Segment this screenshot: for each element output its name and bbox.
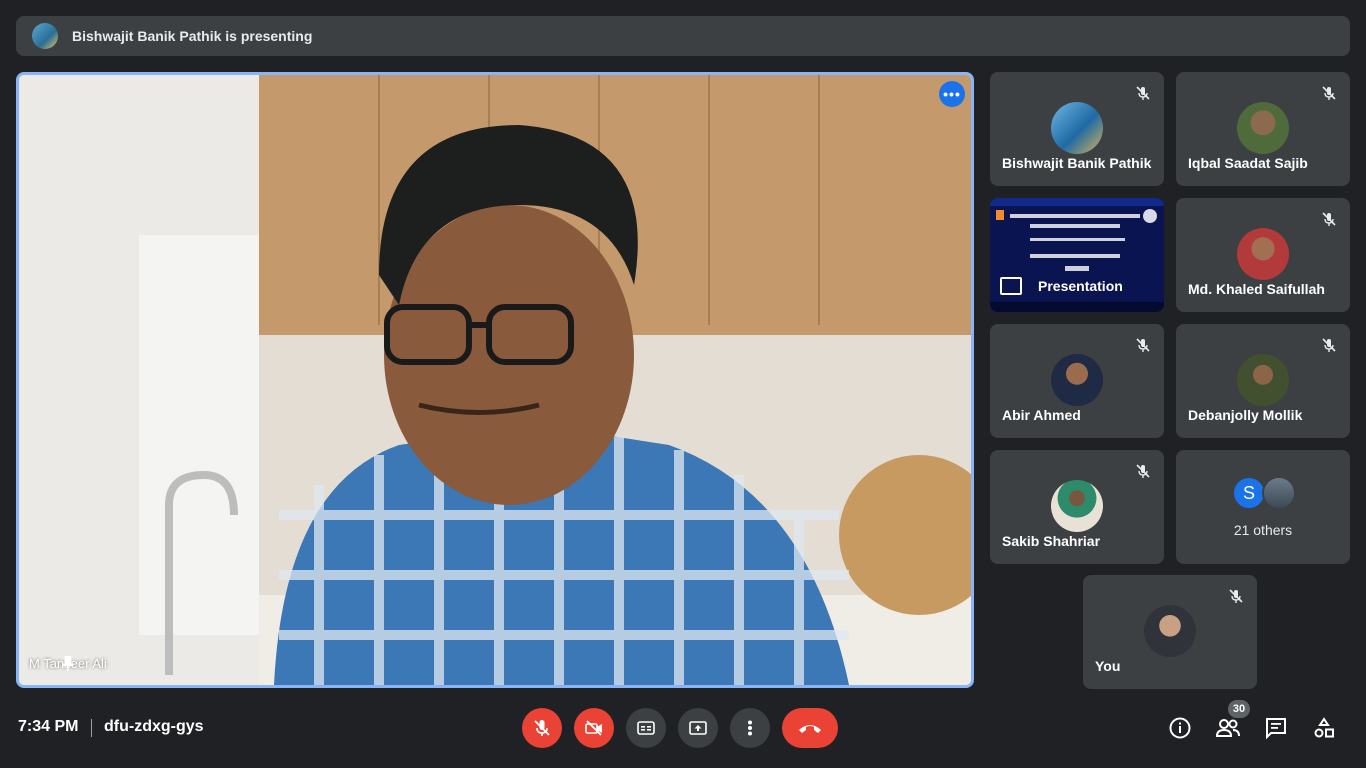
mic-off-icon (1225, 585, 1247, 607)
microphone-toggle-button[interactable] (522, 708, 562, 748)
leave-call-button[interactable] (782, 708, 838, 748)
camera-toggle-button[interactable] (574, 708, 614, 748)
avatar (1237, 228, 1289, 280)
captions-icon (637, 721, 655, 735)
main-speaker-tile[interactable]: ••• M Tanseer Ali (16, 72, 974, 688)
mic-off-icon (534, 720, 550, 736)
presenter-avatar (32, 23, 58, 49)
avatar (1262, 476, 1296, 510)
avatar (1051, 354, 1103, 406)
mic-off-icon (1318, 334, 1340, 356)
more-options-button[interactable] (730, 708, 770, 748)
present-screen-icon (689, 721, 707, 735)
more-options-button[interactable]: ••• (939, 81, 965, 107)
avatar: S (1232, 476, 1266, 510)
others-count: 21 others (1233, 522, 1293, 538)
avatar (1237, 354, 1289, 406)
meeting-code: dfu-zdxg-gys (104, 718, 204, 735)
chat-button[interactable] (1262, 714, 1290, 742)
speaker-video (19, 75, 971, 685)
info-icon (1169, 717, 1191, 739)
mic-off-icon (1132, 334, 1154, 356)
pin-icon[interactable] (29, 656, 107, 671)
more-vert-icon (748, 720, 752, 736)
participant-tile[interactable]: Bishwajit Banik Pathik (990, 72, 1164, 186)
people-icon (1215, 719, 1240, 737)
activities-button[interactable] (1310, 714, 1338, 742)
people-button[interactable] (1214, 714, 1242, 742)
mic-off-icon (1132, 460, 1154, 482)
others-tile[interactable]: S 21 others (1176, 450, 1350, 564)
avatar (1051, 102, 1103, 154)
camera-off-icon (585, 720, 602, 736)
people-count-badge: 30 (1228, 700, 1250, 718)
participant-tile[interactable]: Md. Khaled Saifullah (1176, 198, 1350, 312)
avatar (1144, 605, 1196, 657)
participant-tile[interactable]: Sakib Shahriar (990, 450, 1164, 564)
presenting-banner: Bishwajit Banik Pathik is presenting (16, 16, 1350, 56)
captions-button[interactable] (626, 708, 666, 748)
avatar (1051, 480, 1103, 532)
divider (91, 719, 92, 737)
participant-name: Bishwajit Banik Pathik (1002, 155, 1152, 171)
meeting-time: 7:34 PM (18, 718, 79, 735)
participant-name: You (1095, 658, 1121, 674)
mic-off-icon (1132, 82, 1154, 104)
participant-name: Sakib Shahriar (1002, 533, 1101, 549)
participant-name: Abir Ahmed (1002, 407, 1081, 423)
participant-name: Iqbal Saadat Sajib (1188, 155, 1308, 171)
self-tile[interactable]: You (1083, 575, 1257, 689)
chat-icon (1266, 718, 1286, 740)
present-screen-icon (1000, 277, 1022, 295)
bottom-bar: 7:34 PM dfu-zdxg-gys 30 (0, 700, 1366, 768)
presentation-tile[interactable]: Presentation (990, 198, 1164, 312)
participant-tile[interactable]: Iqbal Saadat Sajib (1176, 72, 1350, 186)
participant-name: Md. Khaled Saifullah (1188, 281, 1325, 297)
avatar (1237, 102, 1289, 154)
hang-up-icon (799, 725, 821, 733)
activities-icon (1314, 717, 1334, 738)
participant-name: Debanjolly Mollik (1188, 407, 1303, 423)
mic-off-icon (1318, 82, 1340, 104)
participant-tile[interactable]: Abir Ahmed (990, 324, 1164, 438)
presenting-text: Bishwajit Banik Pathik is presenting (72, 28, 313, 44)
meeting-details-button[interactable] (1166, 714, 1194, 742)
mic-off-icon (1318, 208, 1340, 230)
participant-tile[interactable]: Debanjolly Mollik (1176, 324, 1350, 438)
present-now-button[interactable] (678, 708, 718, 748)
main-speaker-label: M Tanseer Ali (29, 656, 107, 671)
presentation-label: Presentation (1038, 278, 1123, 294)
